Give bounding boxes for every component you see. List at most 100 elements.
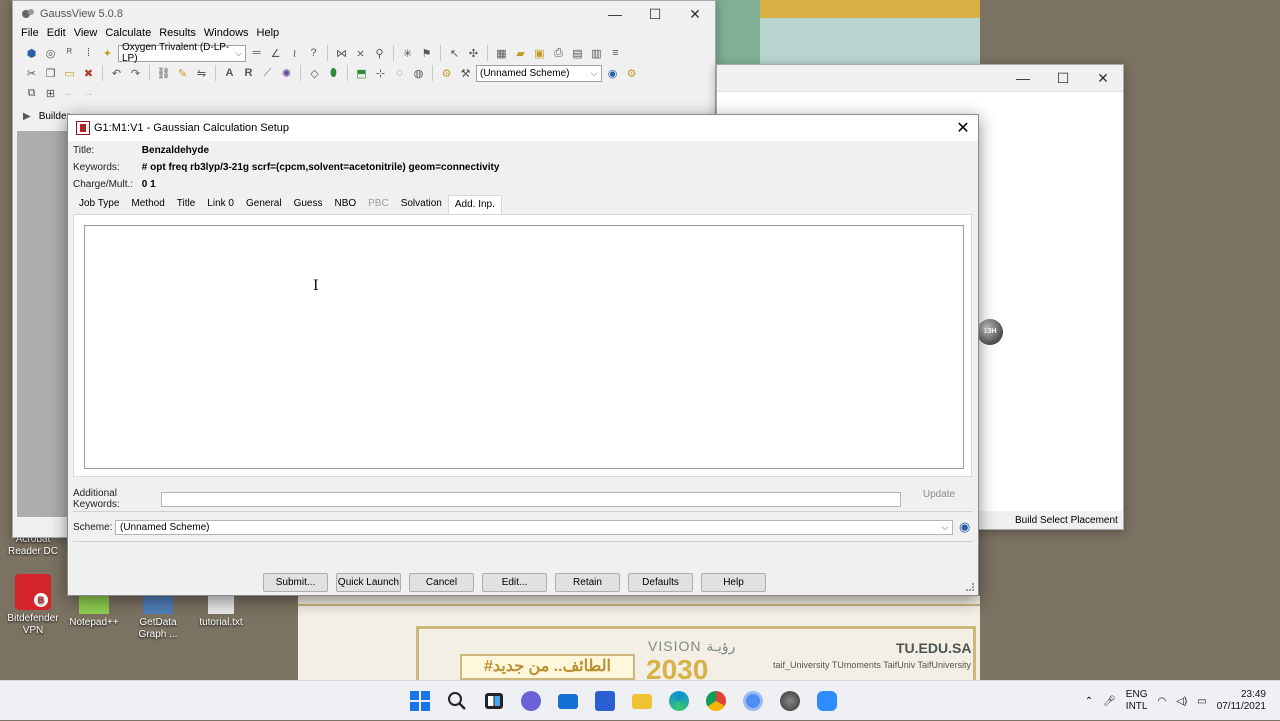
chrome-profile-icon[interactable] [738, 687, 767, 716]
help-button[interactable]: Help [701, 573, 766, 592]
desktop-icon-tutorial-txt[interactable]: tutorial.txt [188, 594, 254, 629]
disabled-icon[interactable]: ◍ [410, 65, 427, 82]
forward-arrow-icon[interactable]: → [80, 85, 97, 102]
quick-launch-button[interactable]: Quick Launch [336, 573, 401, 592]
search-icon[interactable] [442, 687, 471, 716]
mirror-icon[interactable]: ⇋ [193, 65, 210, 82]
file-explorer-icon[interactable] [627, 687, 656, 716]
clock[interactable]: 23:49 07/11/2021 [1217, 689, 1266, 713]
pin-icon[interactable]: ⬮ [325, 65, 342, 82]
save-icon[interactable]: ▣ [531, 45, 548, 62]
back-arrow-icon[interactable]: ← [61, 85, 78, 102]
menu-help[interactable]: Help [253, 27, 284, 43]
language-indicator[interactable]: ENG INTL [1126, 689, 1148, 713]
molecule-icon[interactable]: ✺ [278, 65, 295, 82]
menu-results[interactable]: Results [155, 27, 200, 43]
cancel-button[interactable]: Cancel [409, 573, 474, 592]
text-a-icon[interactable]: A [221, 65, 238, 82]
redo-icon[interactable]: ↷ [127, 65, 144, 82]
play-icon[interactable]: ▶ [23, 111, 31, 122]
minimize-button[interactable]: — [1003, 70, 1043, 87]
microphone-icon[interactable]: 🎤︎ [1103, 696, 1116, 707]
element-select[interactable]: Oxygen Trivalent (D-LP-LP) ⌵ [118, 42, 246, 64]
dialog-close-button[interactable]: ✕ [948, 118, 978, 138]
mail-icon[interactable] [553, 687, 582, 716]
edge-icon[interactable] [664, 687, 693, 716]
highlight-icon[interactable]: ✎ [174, 65, 191, 82]
volume-icon[interactable]: ◁) [1176, 696, 1187, 707]
settings-icon[interactable]: ⚙ [623, 65, 640, 82]
element-fragment-icon[interactable]: ⬢ [23, 45, 40, 62]
tab-guess[interactable]: Guess [288, 195, 329, 214]
resize-grip[interactable] [966, 583, 974, 591]
maximize-button[interactable]: ☐ [635, 6, 675, 23]
r-group-icon[interactable]: ᴿ [61, 45, 78, 62]
clean-icon[interactable]: ⚲ [371, 45, 388, 62]
tab-job-type[interactable]: Job Type [73, 195, 125, 214]
fragment-select-icon[interactable]: ⊹ [372, 65, 389, 82]
graphics-icon[interactable]: ▥ [588, 45, 605, 62]
wifi-icon[interactable]: ◠ [1157, 696, 1166, 707]
tab-method[interactable]: Method [125, 195, 170, 214]
store-icon[interactable] [590, 687, 619, 716]
dialog-titlebar[interactable]: G1:M1:V1 - Gaussian Calculation Setup ✕ [68, 115, 978, 141]
tab-solvation[interactable]: Solvation [395, 195, 448, 214]
menu-edit[interactable]: Edit [43, 27, 70, 43]
list-icon[interactable]: ≡ [607, 45, 624, 62]
ghost-icon[interactable]: ◌ [391, 65, 408, 82]
select-atoms-icon[interactable]: ✣ [465, 45, 482, 62]
menu-windows[interactable]: Windows [200, 27, 253, 43]
close-button[interactable]: ✕ [1083, 70, 1123, 87]
globe-icon[interactable]: ◉ [604, 65, 621, 82]
retain-button[interactable]: Retain [555, 573, 620, 592]
rebond-icon[interactable]: ✳ [399, 45, 416, 62]
biological-fragment-icon[interactable]: ⁞ [80, 45, 97, 62]
gaussview-taskbar-icon[interactable] [775, 687, 804, 716]
scheme-globe-icon[interactable]: ◉ [959, 519, 970, 535]
tab-title[interactable]: Title [171, 195, 202, 214]
submit-button[interactable]: Submit... [263, 573, 328, 592]
teams-chat-icon[interactable] [516, 687, 545, 716]
scheme-select[interactable]: (Unnamed Scheme) ⌵ [476, 64, 602, 82]
menu-view[interactable]: View [70, 27, 102, 43]
molecule-view-titlebar[interactable]: — ☐ ✕ [717, 65, 1123, 91]
copy-icon[interactable]: ❐ [42, 65, 59, 82]
tab-nbo[interactable]: NBO [328, 195, 362, 214]
close-button[interactable]: ✕ [675, 6, 715, 23]
undo-icon[interactable]: ↶ [108, 65, 125, 82]
cut-icon[interactable]: ✂ [23, 65, 40, 82]
update-button[interactable]: Update [906, 486, 972, 504]
additional-input-textarea[interactable] [84, 225, 964, 469]
desktop-icon-notepad-plus-plus[interactable]: Notepad++ [61, 594, 127, 629]
menu-file[interactable]: File [17, 27, 43, 43]
print-icon[interactable]: ⎙ [550, 45, 567, 62]
open-folder-icon[interactable]: ▰ [512, 45, 529, 62]
scheme-dropdown[interactable]: (Unnamed Scheme) ⌵ [115, 519, 953, 535]
gem-icon[interactable]: ◇ [306, 65, 323, 82]
maximize-button[interactable]: ☐ [1043, 70, 1083, 87]
minimize-button[interactable]: — [595, 6, 635, 23]
start-icon[interactable] [405, 687, 434, 716]
calculation-icon[interactable]: ⚙ [438, 65, 455, 82]
modify-angle-icon[interactable]: ∠ [267, 45, 284, 62]
custom-fragment-icon[interactable]: ✦ [99, 45, 116, 62]
edit-button[interactable]: Edit... [482, 573, 547, 592]
tab-add-inp[interactable]: Add. Inp. [447, 195, 502, 214]
bond-icon[interactable]: ⟋ [259, 65, 276, 82]
hydrogen-atom[interactable]: 13H [977, 319, 1003, 345]
modify-bond-icon[interactable]: ═ [248, 45, 265, 62]
modify-dihedral-icon[interactable]: ≀ [286, 45, 303, 62]
gaussview-titlebar[interactable]: GaussView 5.0.8 — ☐ ✕ [13, 1, 715, 27]
delete-icon[interactable]: ✖ [80, 65, 97, 82]
chevron-up-icon[interactable]: ⌃ [1085, 696, 1093, 707]
menu-calculate[interactable]: Calculate [101, 27, 155, 43]
tab-general[interactable]: General [240, 195, 288, 214]
grid-windows-icon[interactable]: ⊞ [42, 85, 59, 102]
inquire-icon[interactable]: ? [305, 45, 322, 62]
new-file-icon[interactable]: ▦ [493, 45, 510, 62]
delete-atom-icon[interactable]: ⨯ [352, 45, 369, 62]
results-icon[interactable]: ⚒ [457, 65, 474, 82]
defaults-button[interactable]: Defaults [628, 573, 693, 592]
battery-icon[interactable]: ▭ [1197, 696, 1206, 707]
link-icon[interactable]: ⛓ [155, 65, 172, 82]
